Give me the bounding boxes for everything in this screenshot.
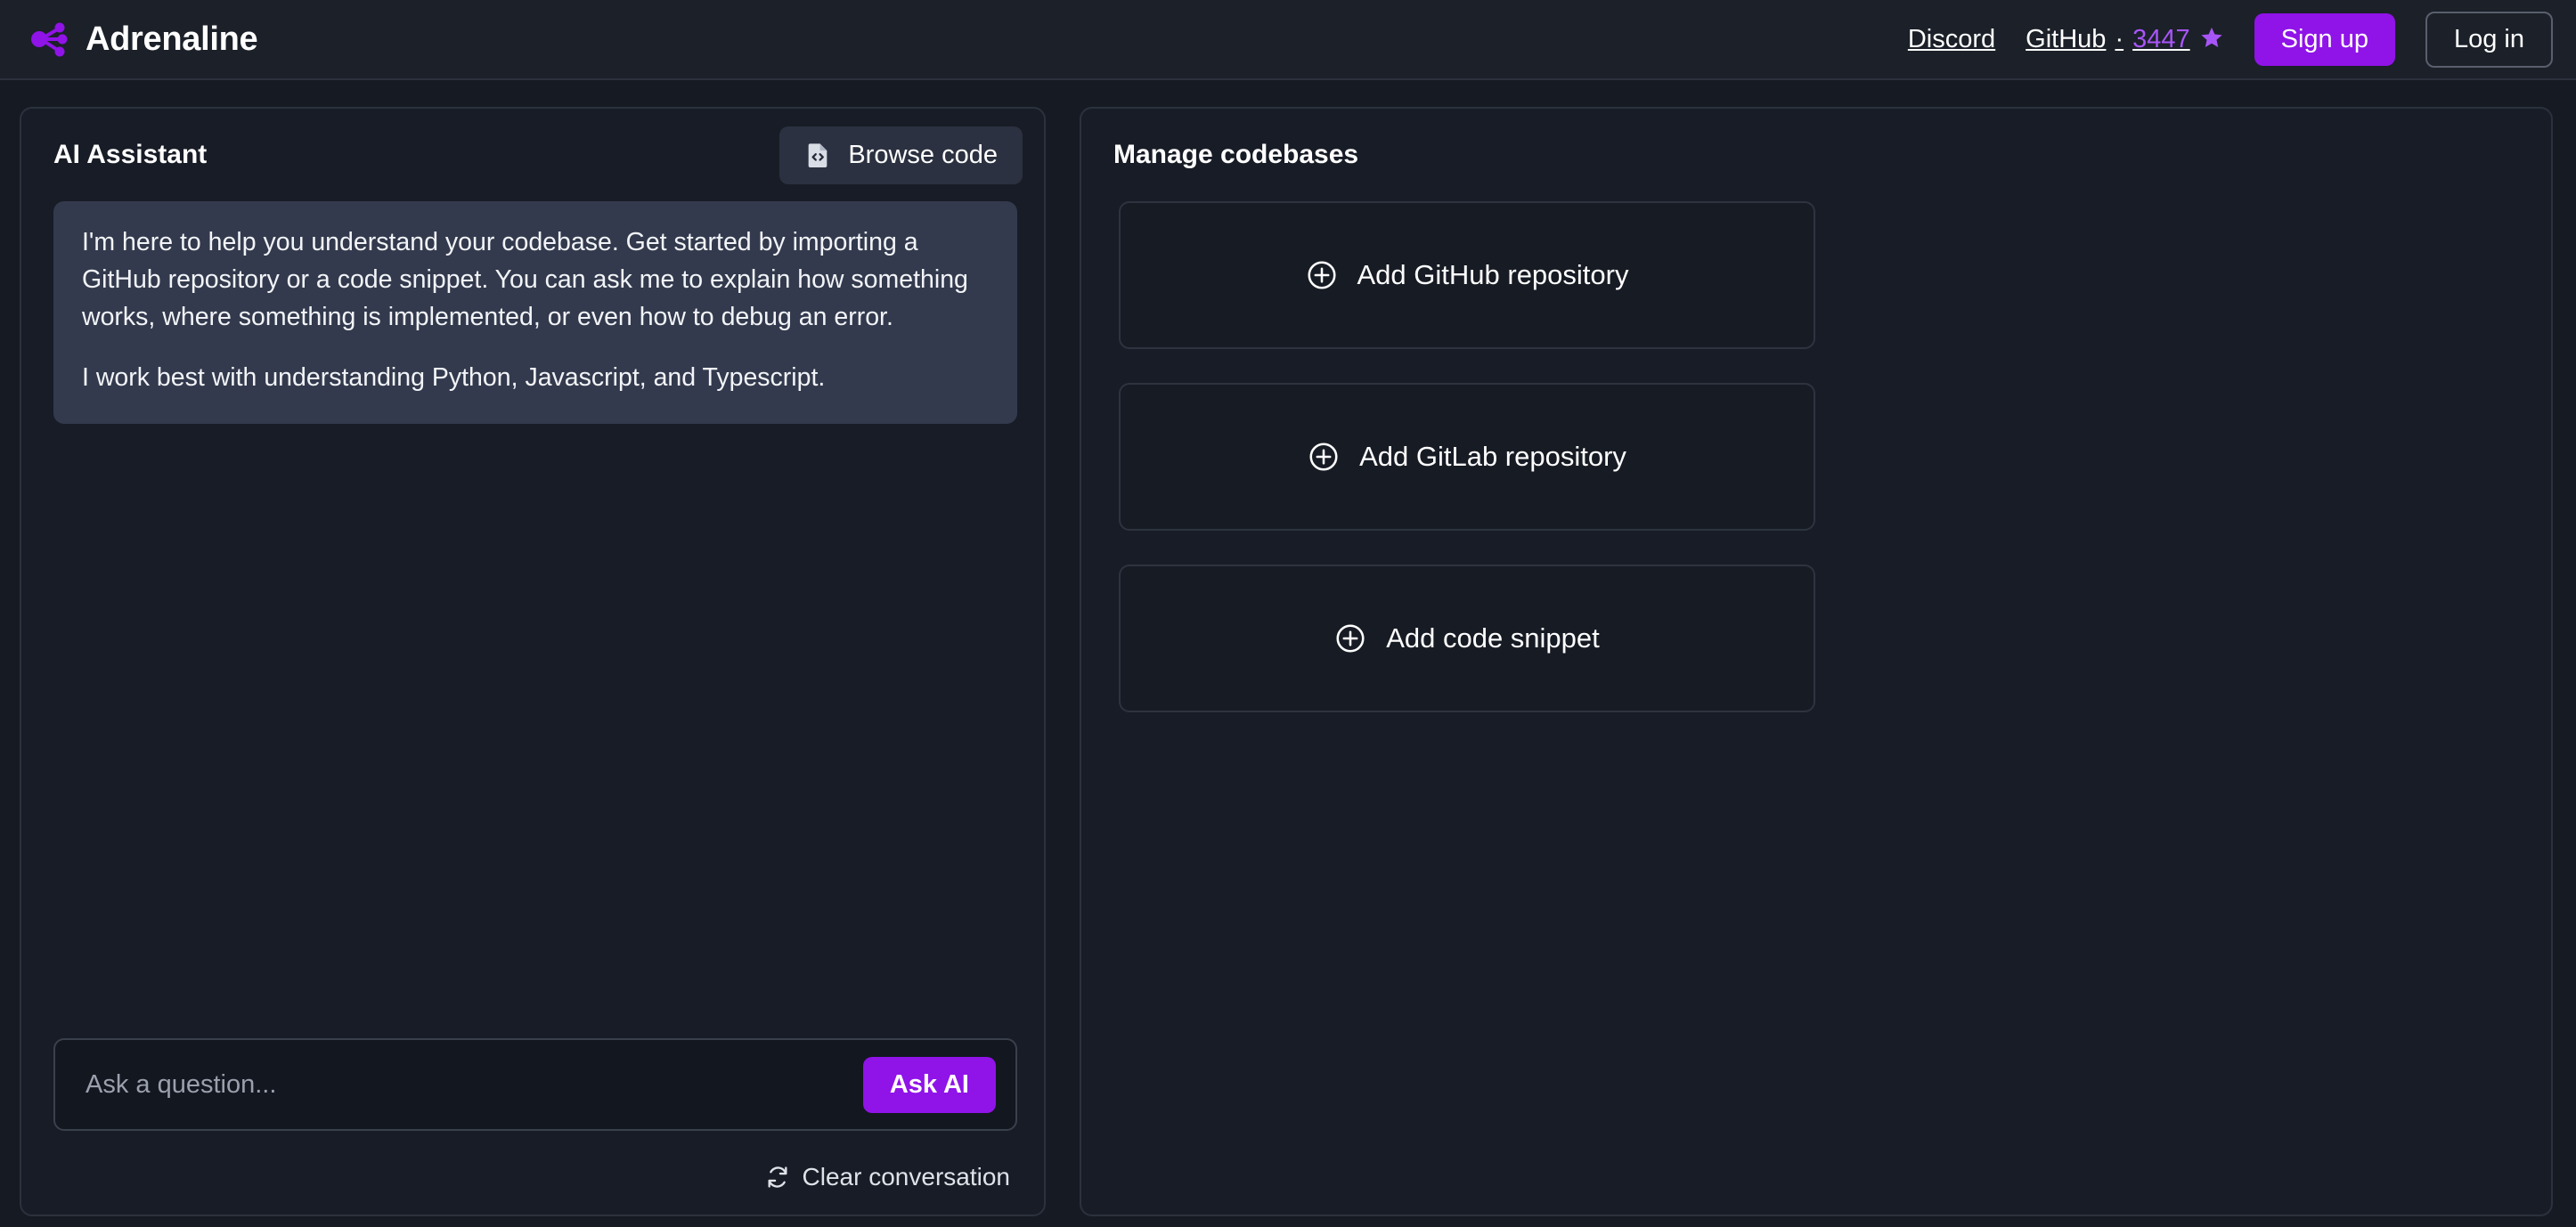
ask-question-input[interactable] bbox=[86, 1069, 863, 1100]
add-code-snippet-card[interactable]: Add code snippet bbox=[1119, 565, 1815, 712]
manage-codebases-header: Manage codebases bbox=[1081, 109, 2551, 201]
brand-name: Adrenaline bbox=[86, 20, 258, 58]
clear-conversation-label: Clear conversation bbox=[802, 1163, 1010, 1190]
add-card-label: Add GitHub repository bbox=[1357, 259, 1629, 290]
browse-code-label: Browse code bbox=[848, 140, 998, 169]
manage-codebases-panel: Manage codebases Add GitHub repository A… bbox=[1080, 107, 2553, 1216]
plus-circle-icon bbox=[1308, 441, 1340, 473]
assistant-message-paragraph: I'm here to help you understand your cod… bbox=[82, 228, 968, 331]
signup-button[interactable]: Sign up bbox=[2254, 12, 2395, 66]
file-code-icon bbox=[804, 141, 833, 169]
star-icon bbox=[2199, 25, 2224, 54]
header-nav: Discord GitHub · 3447 Sign up Log in bbox=[1908, 11, 2553, 68]
composer-input-wrap[interactable]: Ask AI bbox=[53, 1038, 1017, 1131]
composer: Ask AI bbox=[53, 1038, 1017, 1131]
nav-github-separator: · bbox=[2115, 24, 2124, 53]
ai-assistant-header: AI Assistant Browse code bbox=[21, 109, 1044, 201]
login-button[interactable]: Log in bbox=[2425, 11, 2553, 68]
add-card-label: Add GitLab repository bbox=[1359, 441, 1626, 472]
workspace: AI Assistant Browse code I'm here to hel… bbox=[0, 80, 2576, 1227]
manage-codebases-title: Manage codebases bbox=[1113, 140, 1359, 169]
ask-ai-button[interactable]: Ask AI bbox=[862, 1056, 996, 1113]
add-gitlab-repository-card[interactable]: Add GitLab repository bbox=[1119, 383, 1815, 531]
plus-circle-icon bbox=[1306, 259, 1338, 291]
ai-assistant-panel: AI Assistant Browse code I'm here to hel… bbox=[20, 107, 1046, 1216]
reset-icon bbox=[765, 1165, 790, 1190]
github-star-count: 3447 bbox=[2132, 24, 2190, 53]
assistant-message: I'm here to help you understand your cod… bbox=[53, 201, 1017, 424]
add-github-repository-card[interactable]: Add GitHub repository bbox=[1119, 201, 1815, 349]
brand[interactable]: Adrenaline bbox=[27, 18, 258, 61]
ai-assistant-title: AI Assistant bbox=[53, 140, 208, 169]
chat-body: I'm here to help you understand your cod… bbox=[21, 201, 1044, 1215]
nav-link-github[interactable]: GitHub · 3447 bbox=[2026, 25, 2223, 54]
clear-conversation-button[interactable]: Clear conversation bbox=[762, 1159, 1014, 1195]
nav-github-label: GitHub bbox=[2026, 24, 2107, 53]
plus-circle-icon bbox=[1334, 622, 1366, 654]
browse-code-button[interactable]: Browse code bbox=[779, 126, 1023, 184]
network-node-icon bbox=[27, 18, 69, 61]
message-list: I'm here to help you understand your cod… bbox=[53, 201, 1017, 1038]
codebase-body: Add GitHub repository Add GitLab reposit… bbox=[1081, 201, 2551, 1215]
clear-conversation-row: Clear conversation bbox=[53, 1147, 1017, 1215]
add-card-label: Add code snippet bbox=[1386, 622, 1600, 654]
nav-link-discord[interactable]: Discord bbox=[1908, 25, 1995, 54]
add-codebase-card-grid: Add GitHub repository Add GitLab reposit… bbox=[1119, 201, 2514, 712]
assistant-message-paragraph: I work best with understanding Python, J… bbox=[82, 362, 826, 392]
top-header: Adrenaline Discord GitHub · 3447 Sign up… bbox=[0, 0, 2576, 80]
